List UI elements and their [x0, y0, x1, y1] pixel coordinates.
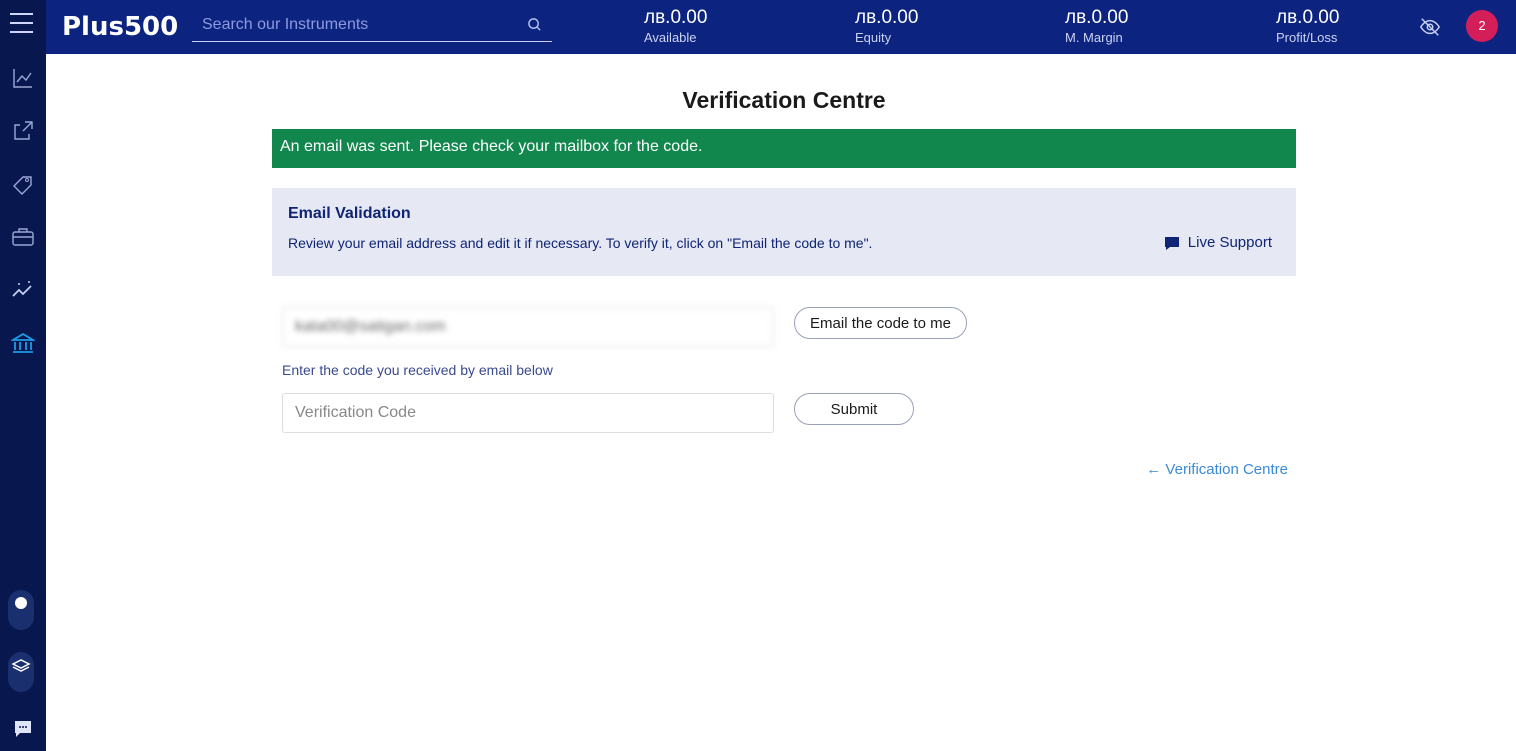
menu-icon[interactable] [10, 13, 33, 33]
success-alert: An email was sent. Please check your mai… [272, 129, 1296, 168]
panel-description: Review your email address and edit it if… [288, 235, 873, 251]
email-validation-panel: Email Validation Review your email addre… [272, 188, 1296, 276]
tag-icon[interactable] [11, 172, 35, 196]
stat-label: M. Margin [1065, 30, 1123, 45]
stat-label: Equity [855, 30, 892, 45]
sun-icon [15, 597, 27, 609]
live-support-label: Live Support [1187, 234, 1272, 251]
stat-value: лв.0.00 [1276, 7, 1340, 28]
top-bar: Plus500 лв.0.00 Available лв.0.00 Equity л… [0, 0, 1516, 54]
verification-code-input[interactable] [282, 393, 774, 433]
email-input[interactable]: kata00@satigan.com [282, 307, 774, 347]
search-box [192, 8, 552, 42]
sidebar [0, 0, 46, 751]
bank-icon[interactable] [11, 331, 35, 355]
logo[interactable]: Plus500 [62, 12, 178, 42]
hide-balance-icon[interactable] [1419, 16, 1441, 38]
back-to-verification-centre-link[interactable]: ← Verification Centre [1146, 461, 1288, 478]
stat-equity: лв.0.00 Equity [855, 7, 918, 45]
live-support-link[interactable]: Live Support [1164, 234, 1272, 251]
insights-icon[interactable] [11, 278, 35, 302]
briefcase-icon[interactable] [11, 225, 35, 249]
submit-button[interactable]: Submit [794, 393, 914, 425]
page-title: Verification Centre [682, 87, 886, 113]
code-hint: Enter the code you received by email bel… [282, 362, 553, 378]
stat-available: лв.0.00 Available [644, 7, 707, 45]
stat-profit-loss: лв.0.00 Profit/Loss [1276, 7, 1339, 45]
stat-value: лв.0.00 [1065, 7, 1129, 28]
stat-value: лв.0.00 [644, 7, 708, 28]
stat-margin: лв.0.00 M. Margin [1065, 7, 1128, 45]
chat-icon[interactable] [11, 717, 35, 741]
search-icon[interactable] [527, 17, 542, 32]
chart-line-icon[interactable] [11, 66, 35, 90]
stat-label: Profit/Loss [1276, 30, 1338, 45]
notifications-badge[interactable]: 2 [1466, 10, 1498, 42]
layers-toggle[interactable] [8, 652, 34, 692]
chat-icon [1164, 236, 1179, 250]
theme-toggle[interactable] [8, 590, 34, 630]
panel-title: Email Validation [288, 205, 411, 222]
stat-value: лв.0.00 [855, 7, 919, 28]
layers-icon [11, 659, 31, 672]
email-code-button[interactable]: Email the code to me [794, 307, 967, 339]
trade-icon[interactable] [11, 119, 35, 143]
search-input[interactable] [192, 8, 512, 42]
stat-label: Available [644, 30, 697, 45]
